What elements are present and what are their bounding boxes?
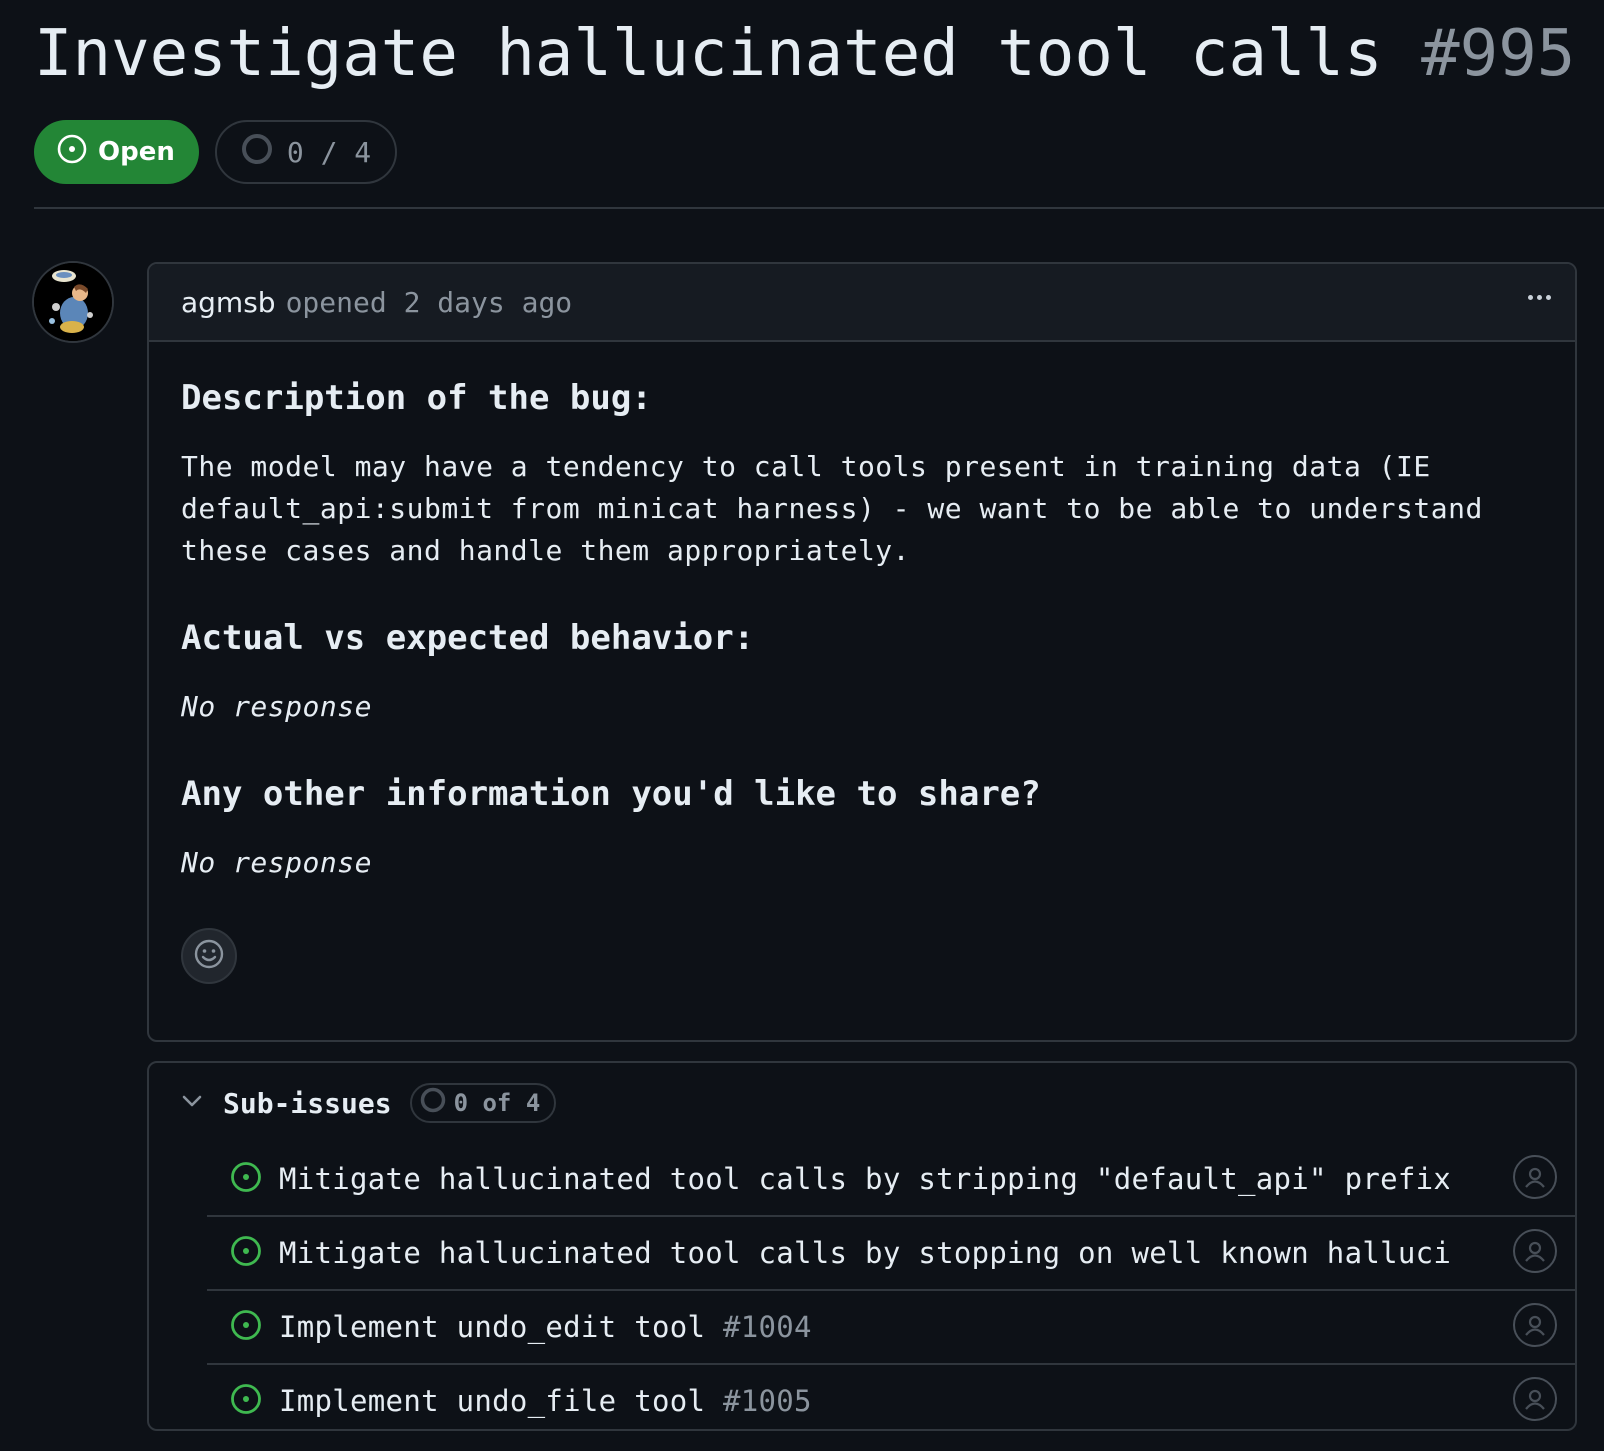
comment-meta[interactable]: opened 2 days ago: [286, 286, 573, 319]
sub-issue-title[interactable]: Mitigate hallucinated tool calls by stop…: [279, 1236, 1449, 1270]
person-icon[interactable]: [1513, 1377, 1557, 1421]
comment-author[interactable]: agmsb: [181, 286, 276, 319]
comment-header: agmsb opened 2 days ago: [149, 264, 1575, 342]
issue-title: Investigate hallucinated tool calls #995: [34, 14, 1575, 94]
issue-opened-icon: [229, 1308, 263, 1346]
section-heading: Actual vs expected behavior:: [181, 618, 755, 658]
sub-issue-row[interactable]: Mitigate hallucinated tool calls by stop…: [207, 1217, 1575, 1291]
chevron-down-icon[interactable]: [179, 1088, 205, 1118]
section-heading: Any other information you'd like to shar…: [181, 774, 1041, 814]
issue-opened-icon: [229, 1382, 263, 1420]
sub-issue-row[interactable]: Implement undo_file tool #1005: [207, 1365, 1575, 1429]
sub-issues-list: Mitigate hallucinated tool calls by stri…: [207, 1143, 1575, 1429]
avatar-image: [34, 263, 112, 341]
sub-issue-title-text: Mitigate hallucinated tool calls by stop…: [279, 1236, 1449, 1270]
section-body: No response: [181, 690, 372, 723]
issue-opened-icon: [56, 133, 88, 172]
issue-opened-icon: [229, 1234, 263, 1272]
sub-issue-row[interactable]: Mitigate hallucinated tool calls by stri…: [207, 1143, 1575, 1217]
sub-issue-title-text: Implement undo_edit tool: [279, 1310, 706, 1344]
header-divider: [34, 207, 1604, 209]
status-badge: Open: [34, 120, 199, 184]
sub-issues-header[interactable]: Sub-issues 0 of 4: [149, 1063, 1575, 1143]
sub-issue-row[interactable]: Implement undo_edit tool #1004: [207, 1291, 1575, 1365]
progress-circle-icon: [241, 133, 273, 172]
section-body: No response: [181, 846, 372, 879]
person-icon[interactable]: [1513, 1155, 1557, 1199]
sub-issue-title[interactable]: Implement undo_edit tool #1004: [279, 1310, 1449, 1344]
progress-circle-icon: [420, 1087, 446, 1119]
sub-issue-title[interactable]: Mitigate hallucinated tool calls by stri…: [279, 1162, 1449, 1196]
issue-number: #995: [1421, 17, 1576, 91]
smiley-icon: [193, 938, 225, 974]
progress-text: 0 / 4: [286, 135, 372, 169]
sub-issues-label: Sub-issues: [223, 1086, 392, 1120]
sub-issues-panel: Sub-issues 0 of 4 Mitigate hallucinated …: [147, 1061, 1577, 1431]
person-icon[interactable]: [1513, 1229, 1557, 1273]
sub-issue-title-text: Mitigate hallucinated tool calls by stri…: [279, 1162, 1449, 1196]
sub-issue-number: #1004: [723, 1310, 812, 1344]
section-body: The model may have a tendency to call to…: [181, 450, 1483, 567]
kebab-horizontal-icon[interactable]: [1519, 282, 1559, 312]
issue-opened-icon: [229, 1160, 263, 1198]
issue-state-row: Open 0 / 4: [34, 120, 398, 184]
add-reaction-button[interactable]: [181, 928, 237, 984]
comment-body: Description of the bug: The model may ha…: [149, 342, 1575, 984]
sub-issues-count: 0 of 4: [409, 1083, 557, 1123]
issue-comment: agmsb opened 2 days ago Description of t…: [147, 262, 1577, 1042]
status-badge-label: Open: [98, 137, 175, 167]
person-icon[interactable]: [1513, 1303, 1557, 1347]
sub-issue-number: #1005: [723, 1384, 812, 1418]
section-heading: Description of the bug:: [181, 378, 652, 418]
sub-issue-title-text: Implement undo_file tool: [279, 1384, 706, 1418]
sub-issue-title[interactable]: Implement undo_file tool #1005: [279, 1384, 1449, 1418]
sub-issues-count-text: 0 of 4: [453, 1089, 541, 1117]
issue-title-text: Investigate hallucinated tool calls: [34, 17, 1383, 91]
avatar[interactable]: [32, 261, 114, 343]
sub-issues-progress[interactable]: 0 / 4: [214, 120, 398, 184]
